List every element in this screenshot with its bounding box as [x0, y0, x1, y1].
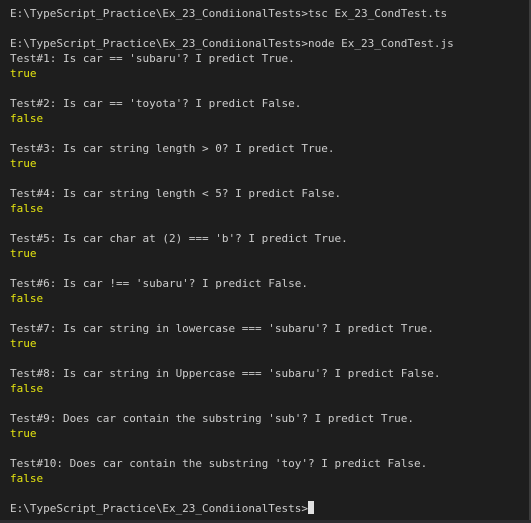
test-result-5: true — [10, 247, 37, 260]
test-line-8: Test#8: Is car string in Uppercase === '… — [10, 367, 441, 380]
test-line-2: Test#2: Is car == 'toyota'? I predict Fa… — [10, 97, 302, 110]
command-line-node: E:\TypeScript_Practice\Ex_23_CondiionalT… — [10, 37, 454, 50]
test-line-5: Test#5: Is car char at (2) === 'b'? I pr… — [10, 232, 348, 245]
test-line-3: Test#3: Is car string length > 0? I pred… — [10, 142, 335, 155]
test-line-1: Test#1: Is car == 'subaru'? I predict Tr… — [10, 52, 295, 65]
test-result-4: false — [10, 202, 44, 215]
terminal-window[interactable]: E:\TypeScript_Practice\Ex_23_CondiionalT… — [0, 0, 531, 523]
test-result-9: true — [10, 427, 37, 440]
test-result-10: false — [10, 472, 44, 485]
test-result-7: true — [10, 337, 37, 350]
cursor-block-icon — [308, 501, 315, 514]
test-line-6: Test#6: Is car !== 'subaru'? I predict F… — [10, 277, 309, 290]
test-line-7: Test#7: Is car string in lowercase === '… — [10, 322, 434, 335]
test-result-2: false — [10, 112, 44, 125]
prompt-line[interactable]: E:\TypeScript_Practice\Ex_23_CondiionalT… — [10, 501, 531, 516]
test-result-3: true — [10, 157, 37, 170]
command-line-tsc: E:\TypeScript_Practice\Ex_23_CondiionalT… — [10, 7, 448, 20]
test-line-4: Test#4: Is car string length < 5? I pred… — [10, 187, 342, 200]
test-line-9: Test#9: Does car contain the substring '… — [10, 412, 414, 425]
test-result-6: false — [10, 292, 44, 305]
test-line-10: Test#10: Does car contain the substring … — [10, 457, 428, 470]
prompt-text: E:\TypeScript_Practice\Ex_23_CondiionalT… — [10, 502, 309, 515]
test-result-1: true — [10, 67, 37, 80]
test-result-8: false — [10, 382, 44, 395]
